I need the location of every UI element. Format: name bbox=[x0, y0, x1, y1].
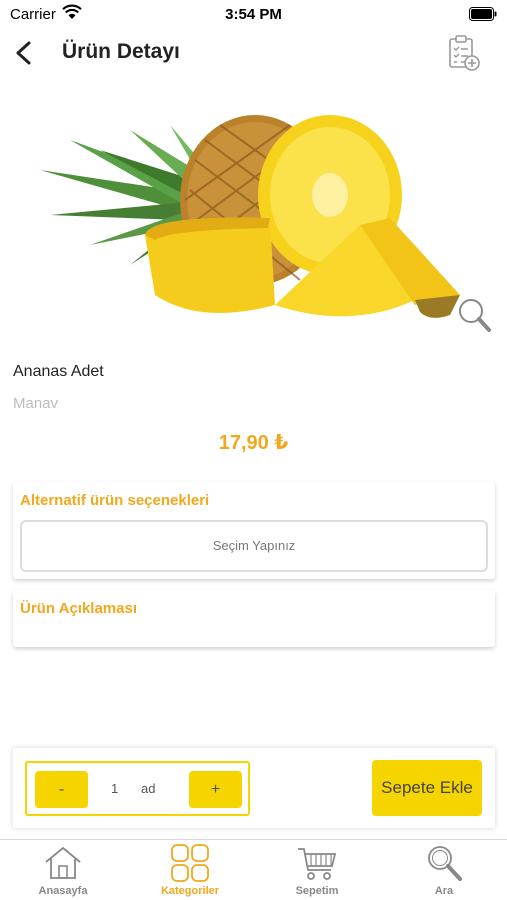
home-icon bbox=[45, 847, 81, 879]
product-image[interactable] bbox=[30, 100, 480, 340]
tab-cart-label: Sepetim bbox=[295, 885, 339, 897]
zoom-icon[interactable] bbox=[456, 296, 492, 334]
tab-home[interactable]: Anasayfa bbox=[0, 840, 126, 900]
page-title: Ürün Detayı bbox=[62, 40, 180, 63]
alternatives-card: Alternatif ürün seçenekleri Seçim Yapını… bbox=[13, 482, 495, 579]
product-category: Manav bbox=[13, 395, 59, 412]
status-bar: Carrier 3:54 PM bbox=[0, 0, 507, 28]
quantity-value[interactable]: 1 bbox=[111, 781, 118, 796]
alternatives-title: Alternatif ürün seçenekleri bbox=[20, 492, 210, 509]
decrease-quantity-button[interactable]: - bbox=[35, 771, 88, 808]
alternative-select[interactable]: Seçim Yapınız bbox=[20, 520, 488, 572]
tab-categories[interactable]: Kategoriler bbox=[127, 840, 253, 900]
tab-cart[interactable]: Sepetim bbox=[254, 840, 380, 900]
tab-search[interactable]: Ara bbox=[381, 840, 507, 900]
search-icon bbox=[428, 846, 462, 881]
product-price: 17,90 ₺ bbox=[218, 432, 289, 454]
tab-categories-label: Kategoriler bbox=[160, 885, 220, 897]
back-arrow-icon[interactable] bbox=[12, 40, 36, 66]
description-card: Ürün Açıklaması bbox=[13, 590, 495, 647]
tab-bar: Anasayfa Kategoriler Sepetim Ara bbox=[0, 839, 507, 900]
header: Ürün Detayı bbox=[0, 28, 507, 78]
categories-icon bbox=[171, 844, 209, 882]
shopping-list-add-icon[interactable] bbox=[447, 34, 481, 72]
add-to-cart-button[interactable]: Sepete Ekle bbox=[372, 760, 482, 816]
product-name: Ananas Adet bbox=[13, 363, 104, 380]
quantity-unit: ad bbox=[141, 781, 156, 796]
battery-icon bbox=[469, 7, 497, 21]
increase-quantity-button[interactable]: + bbox=[189, 771, 242, 808]
quantity-stepper: - 1 ad + bbox=[25, 761, 250, 816]
tab-search-label: Ara bbox=[434, 885, 454, 897]
cart-icon bbox=[298, 848, 337, 880]
status-time: 3:54 PM bbox=[225, 6, 282, 23]
tab-home-label: Anasayfa bbox=[38, 885, 88, 897]
cart-action-bar: - 1 ad + Sepete Ekle bbox=[13, 748, 495, 828]
description-title: Ürün Açıklaması bbox=[20, 600, 137, 617]
